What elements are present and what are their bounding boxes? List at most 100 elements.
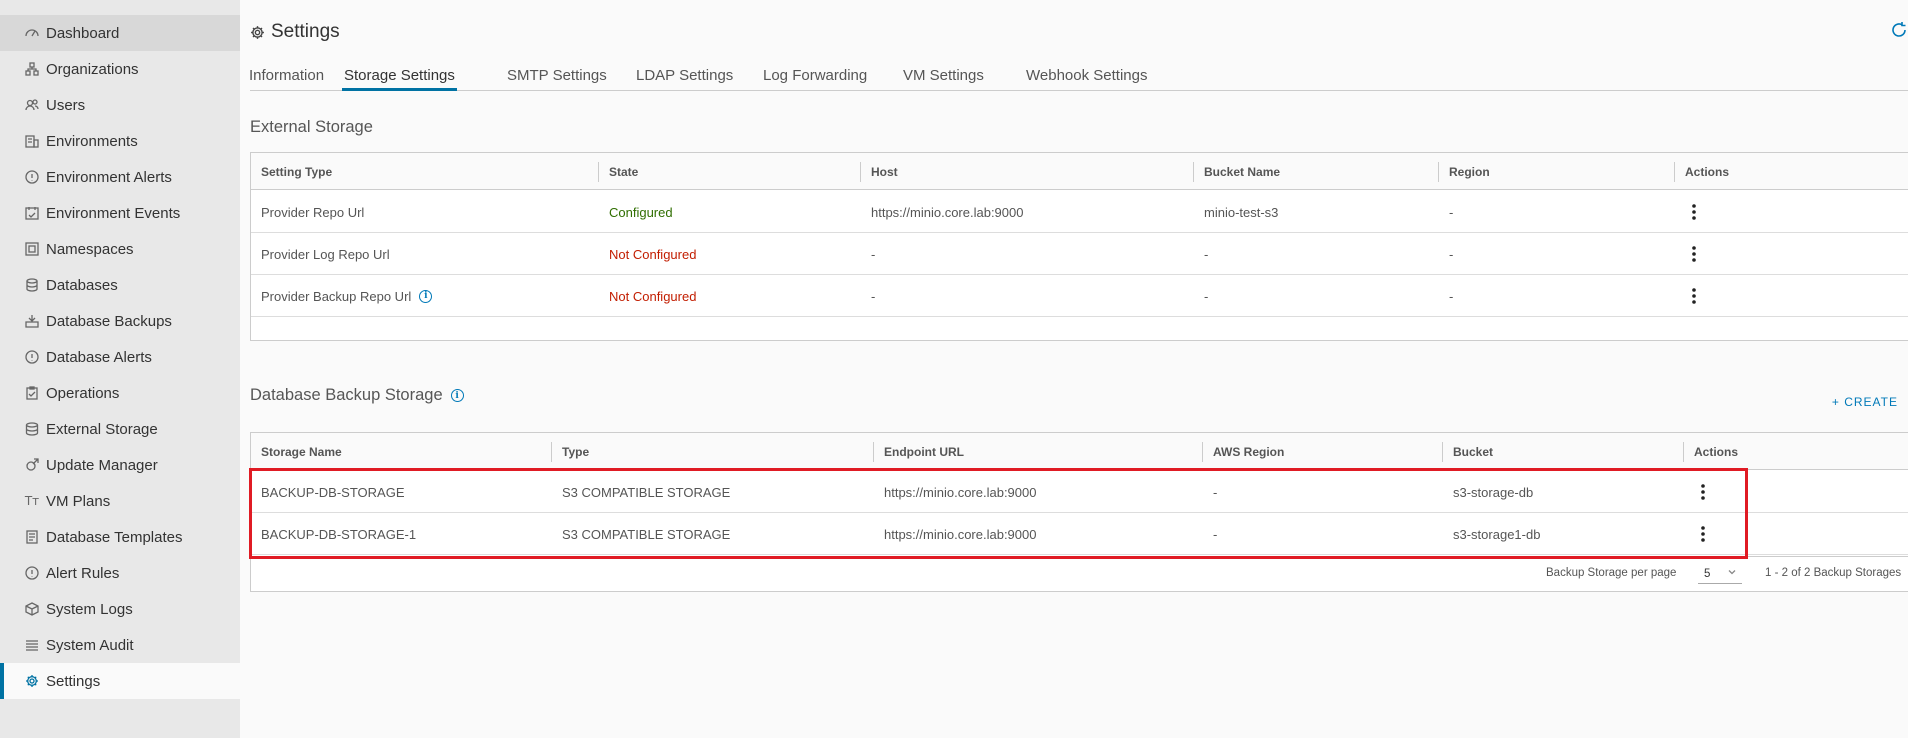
- sidebar-item-alert-rules[interactable]: Alert Rules: [0, 555, 240, 591]
- cube-icon: [25, 602, 39, 616]
- environments-icon: [25, 134, 39, 148]
- sidebar: Dashboard Organizations Users Environmen…: [0, 0, 240, 738]
- sidebar-item-label: External Storage: [46, 420, 158, 438]
- sidebar-item-settings[interactable]: Settings: [0, 663, 240, 699]
- tab-webhook-settings[interactable]: Webhook Settings: [1026, 60, 1147, 91]
- highlight-box: [249, 468, 1748, 559]
- clipboard-icon: [25, 386, 39, 400]
- table-row: Provider Log Repo Url Not Configured - -…: [251, 233, 1908, 275]
- region-cell: -: [1449, 204, 1454, 220]
- column-header[interactable]: Host: [861, 153, 898, 190]
- per-page-label: Backup Storage per page: [1546, 567, 1677, 579]
- tab-log-forwarding[interactable]: Log Forwarding: [763, 60, 867, 91]
- sidebar-item-label: Organizations: [46, 60, 139, 78]
- bucket-cell: minio-test-s3: [1204, 204, 1279, 220]
- gear-icon: [25, 674, 39, 688]
- sidebar-item-vm-plans[interactable]: Tт VM Plans: [0, 483, 240, 519]
- update-icon: [25, 458, 39, 472]
- setting-type-label: Provider Backup Repo Url: [261, 288, 412, 304]
- tab-smtp-settings[interactable]: SMTP Settings: [507, 60, 607, 91]
- sidebar-item-database-templates[interactable]: Database Templates: [0, 519, 240, 555]
- sidebar-item-label: Environment Alerts: [46, 168, 172, 186]
- sidebar-item-label: Users: [46, 96, 86, 114]
- backup-storage-title-text: Database Backup Storage: [250, 386, 443, 404]
- bucket-cell: -: [1204, 246, 1209, 262]
- create-button[interactable]: + CREATE: [1832, 395, 1898, 409]
- column-header[interactable]: AWS Region: [1203, 433, 1284, 470]
- external-storage-grid: Setting Type State Host Bucket Name Regi…: [250, 152, 1908, 341]
- row-actions-icon[interactable]: [1684, 242, 1704, 266]
- refresh-icon[interactable]: [1890, 21, 1908, 39]
- sidebar-item-label: Settings: [46, 672, 101, 690]
- sidebar-item-database-alerts[interactable]: Database Alerts: [0, 339, 240, 375]
- sidebar-item-label: Update Manager: [46, 456, 158, 474]
- info-icon[interactable]: i: [419, 289, 433, 303]
- bucket-cell: -: [1204, 288, 1209, 304]
- column-header[interactable]: Bucket: [1443, 433, 1493, 470]
- sidebar-item-update-manager[interactable]: Update Manager: [0, 447, 240, 483]
- sidebar-item-label: Environments: [46, 132, 138, 150]
- per-page-value: 5: [1704, 567, 1711, 580]
- region-cell: -: [1449, 288, 1454, 304]
- row-actions-icon[interactable]: [1684, 284, 1704, 308]
- pagination-bar: Backup Storage per page 5 1 - 2 of 2 Bac…: [251, 556, 1908, 591]
- page-title: Settings: [250, 20, 340, 44]
- host-cell: -: [871, 246, 876, 262]
- template-icon: [25, 530, 39, 544]
- column-header[interactable]: Type: [552, 433, 589, 470]
- sidebar-item-database-backups[interactable]: Database Backups: [0, 303, 240, 339]
- host-cell: https://minio.core.lab:9000: [871, 204, 1024, 220]
- sidebar-item-label: Dashboard: [46, 24, 120, 42]
- tab-vm-settings[interactable]: VM Settings: [903, 60, 984, 91]
- region-cell: -: [1449, 246, 1454, 262]
- backup-storage-title: Database Backup Storage i: [250, 386, 464, 405]
- tab-ldap-settings[interactable]: LDAP Settings: [636, 60, 733, 91]
- sidebar-item-environment-events[interactable]: Environment Events: [0, 195, 240, 231]
- alert-icon: [25, 566, 39, 580]
- setting-type-cell: Provider Backup Repo Url i: [251, 275, 433, 317]
- column-header[interactable]: State: [599, 153, 638, 190]
- row-actions-icon[interactable]: [1684, 200, 1704, 224]
- database-icon: [25, 278, 39, 292]
- sidebar-item-environments[interactable]: Environments: [0, 123, 240, 159]
- namespace-icon: [25, 242, 39, 256]
- info-icon[interactable]: i: [450, 389, 464, 402]
- sidebar-item-system-audit[interactable]: System Audit: [0, 627, 240, 663]
- column-header[interactable]: Setting Type: [251, 153, 332, 190]
- alert-icon: [25, 170, 39, 184]
- setting-type-cell: Provider Log Repo Url: [261, 246, 390, 262]
- sidebar-item-operations[interactable]: Operations: [0, 375, 240, 411]
- column-header[interactable]: Region: [1439, 153, 1490, 190]
- column-header: Actions: [1694, 444, 1739, 459]
- sidebar-item-system-logs[interactable]: System Logs: [0, 591, 240, 627]
- table-row: Provider Repo Url Configured https://min…: [251, 191, 1908, 233]
- sidebar-item-dashboard[interactable]: Dashboard: [0, 15, 240, 51]
- sidebar-item-label: Environment Events: [46, 204, 181, 222]
- column-header[interactable]: Bucket Name: [1194, 153, 1280, 190]
- sidebar-item-label: Alert Rules: [46, 564, 120, 582]
- sidebar-item-label: Database Templates: [46, 528, 183, 546]
- sidebar-item-organizations[interactable]: Organizations: [0, 51, 240, 87]
- grid-footer: [251, 317, 1908, 340]
- gear-icon: [250, 25, 265, 40]
- tab-information[interactable]: Information: [249, 60, 324, 91]
- sidebar-item-external-storage[interactable]: External Storage: [0, 411, 240, 447]
- sidebar-item-label: Namespaces: [46, 240, 134, 258]
- tab-storage-settings[interactable]: Storage Settings: [342, 60, 457, 91]
- alert-icon: [25, 350, 39, 364]
- column-header[interactable]: Endpoint URL: [874, 433, 964, 470]
- sidebar-item-environment-alerts[interactable]: Environment Alerts: [0, 159, 240, 195]
- sidebar-item-databases[interactable]: Databases: [0, 267, 240, 303]
- calendar-icon: [25, 206, 39, 220]
- sidebar-item-label: Database Backups: [46, 312, 172, 330]
- text-icon: Tт: [24, 494, 40, 508]
- chevron-down-icon: [1728, 567, 1736, 575]
- sidebar-item-label: Database Alerts: [46, 348, 152, 366]
- per-page-select[interactable]: 5: [1698, 564, 1742, 584]
- column-header: Actions: [1685, 164, 1730, 179]
- column-header[interactable]: Storage Name: [251, 433, 342, 470]
- sidebar-item-users[interactable]: Users: [0, 87, 240, 123]
- grid-header: Storage Name Type Endpoint URL AWS Regio…: [251, 433, 1908, 470]
- external-storage-title: External Storage: [250, 118, 373, 136]
- sidebar-item-namespaces[interactable]: Namespaces: [0, 231, 240, 267]
